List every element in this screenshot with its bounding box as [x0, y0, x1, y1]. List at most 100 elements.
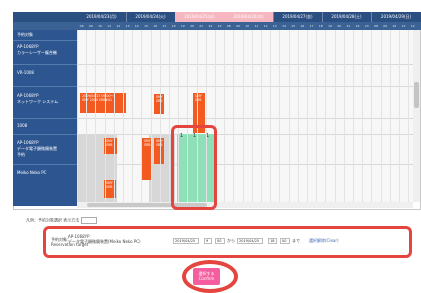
grid-line [169, 30, 170, 202]
day-header-cell[interactable]: 2019/04/26(木) [224, 12, 274, 22]
grid-line [261, 30, 262, 202]
grid-line [123, 30, 124, 202]
day-header-cell[interactable]: 2019/04/24(火) [126, 12, 176, 22]
grid-line [334, 30, 336, 202]
booking-block[interactable]: SMY SRB [104, 138, 117, 154]
hour-header-cell: 10 [245, 24, 250, 28]
hour-header-cell: 14 [282, 24, 286, 28]
grid-line [279, 30, 281, 202]
grid-line [307, 30, 308, 202]
hour-header-cell: 18 [171, 24, 176, 28]
sidebar-header: 予約対象 [17, 32, 33, 37]
hour-header-cell: 09 [236, 24, 240, 28]
hour-header-cell: 11 [401, 24, 406, 28]
divider [13, 164, 77, 165]
hour-header-cell: 08 [79, 24, 84, 28]
vertical-scrollbar[interactable] [413, 30, 420, 202]
sidebar-item-resource[interactable]: AP-1068YP カラーレーザー複合機 [17, 44, 57, 56]
grid-line [104, 30, 106, 202]
hour-header-cell: 21 [346, 24, 351, 28]
grid-line [233, 30, 235, 202]
sidebar-item-resource[interactable]: Meiko Neko PC [17, 170, 46, 176]
highlight-confirm-oval [182, 260, 238, 293]
sidebar-item-resource-selected[interactable]: AP-1068YP データ電子顕微鏡装置 予約 [17, 140, 57, 158]
divider [13, 64, 77, 65]
hour-header-cell: 10 [98, 24, 102, 28]
hour-header-cell: 22 [208, 24, 213, 28]
grid-line [150, 30, 152, 202]
hour-header-cell: 11 [254, 24, 259, 28]
sidebar-item-resource[interactable]: 1008 [17, 123, 27, 129]
grid-line [77, 30, 78, 202]
grid-line [224, 30, 226, 202]
hour-header-cell: 18 [318, 24, 323, 28]
grid-line [362, 30, 364, 202]
horizontal-scrollbar[interactable] [77, 202, 413, 208]
grid-line [389, 30, 391, 202]
sidebar-item-resource[interactable]: AP-1068YP ネットワーク システム [17, 93, 58, 105]
hour-header-cell: 23 [364, 24, 369, 28]
divider [13, 134, 77, 135]
hour-header-cell: 09 [88, 24, 93, 28]
hour-header-cell: 19 [328, 24, 332, 28]
hour-header-cell: 15 [291, 24, 296, 28]
hour-header-cell: 17 [162, 24, 167, 28]
hour-header-cell: 13 [125, 24, 130, 28]
day-header: 2019/04/23(月) 2019/04/24(火) 2019/04/25(水… [13, 12, 421, 22]
legend-select[interactable] [81, 217, 98, 224]
hour-header-cell: 15 [144, 24, 148, 28]
day-header-cell-selected[interactable]: 2019/04/25(水) [175, 12, 225, 22]
schedule-grid[interactable]: 2019/04/23 09:00～ SMY 2019 SRB#01 SMY SR… [77, 30, 413, 202]
hour-header-cell: 10 [392, 24, 397, 28]
resource-sidebar: 予約対象 AP-1068YP カラーレーザー複合機 VR-1008 AP-106… [13, 30, 77, 206]
hour-header-cell: 13 [272, 24, 277, 28]
highlight-selection-outline [171, 125, 217, 210]
grid-line [316, 30, 318, 202]
hour-header-cell: 12 [410, 24, 415, 28]
hour-header-cell: 12 [263, 24, 268, 28]
highlight-form-outline [43, 226, 412, 258]
day-header-cell[interactable]: 2019/04/27(金) [273, 12, 323, 22]
hour-header-cell: 11 [107, 24, 112, 28]
grid-line [141, 30, 143, 202]
grid-line [343, 30, 345, 202]
grid-line [270, 30, 272, 202]
hour-header-cell: 20 [190, 24, 194, 28]
hour-header-cell: 08 [374, 24, 378, 28]
grid-line [159, 30, 161, 202]
hour-header-cell: 21 [199, 24, 204, 28]
hour-header-cell: 08 [226, 24, 231, 28]
hour-header-cell: 20 [337, 24, 342, 28]
grid-line [242, 30, 244, 202]
grid-line [325, 30, 327, 202]
divider [13, 118, 77, 119]
grid-line [399, 30, 400, 202]
grid-line [408, 30, 410, 202]
hour-header-cell: 12 [116, 24, 121, 28]
hour-header-cell: 22 [355, 24, 360, 28]
day-header-cell[interactable]: 2019/04/29(日) [371, 12, 421, 22]
hour-header-cell: 09 [383, 24, 388, 28]
grid-line [86, 30, 88, 202]
grid-line [95, 30, 97, 202]
day-header-cell[interactable]: 2019/04/28(土) [322, 12, 372, 22]
hour-header-cell: 16 [153, 24, 158, 28]
grid-line [113, 30, 115, 202]
grid-line [251, 30, 253, 202]
hour-header-cell: 17 [309, 24, 314, 28]
sidebar-item-resource[interactable]: VR-1008 [17, 70, 34, 76]
scroll-thumb[interactable] [414, 82, 419, 108]
hour-header-cell: 16 [300, 24, 305, 28]
hour-header-cell: 19 [180, 24, 185, 28]
hour-header: 08 09 10 11 12 13 14 15 16 17 18 19 20 21 22 23 08 09 10 11… [13, 22, 421, 30]
divider [13, 86, 77, 87]
grid-line [353, 30, 354, 202]
hour-header-cell: 14 [134, 24, 139, 28]
legend-label: 凡例：予約対象選択 表示方法 [26, 217, 80, 223]
day-header-cell[interactable]: 2019/04/23(月) [77, 12, 127, 22]
grid-line [371, 30, 373, 202]
grid-line [297, 30, 299, 202]
hour-header-cell: 23 [217, 24, 222, 28]
grid-line [132, 30, 134, 202]
grid-line [380, 30, 382, 202]
